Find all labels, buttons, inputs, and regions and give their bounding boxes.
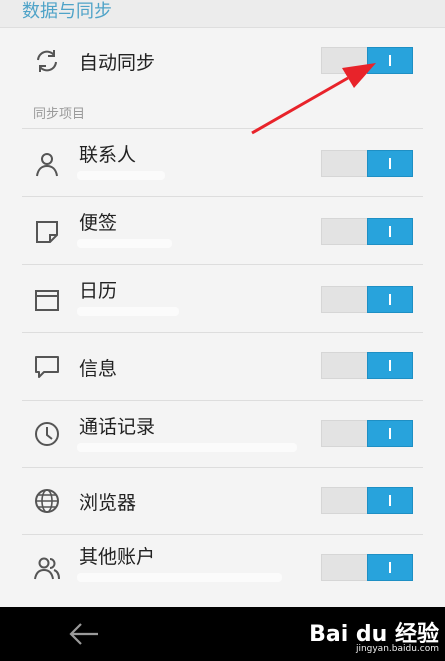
toggle-knob [367,218,413,245]
calendar-icon [33,286,61,314]
message-icon [33,353,61,381]
clock-icon [33,420,61,448]
note-icon [33,218,61,246]
sync-item-toggle[interactable] [321,150,413,177]
auto-sync-row[interactable]: 自动同步 [0,28,445,94]
back-arrow-icon[interactable] [68,621,100,647]
page-title: 数据与同步 [22,1,112,22]
system-nav-bar: Bai du 经验 jingyan.baidu.com [0,607,445,661]
people-icon [33,554,61,582]
sync-item-notes[interactable]: 便签 [0,198,445,264]
sync-item-call-log[interactable]: 通话记录 [0,402,445,468]
sync-item-subtext [77,573,282,582]
sync-item-toggle[interactable] [321,420,413,447]
globe-icon [33,487,61,515]
sync-item-browser[interactable]: 浏览器 [0,469,445,534]
sync-item-subtext [77,443,297,452]
sync-item-contacts[interactable]: 联系人 [0,130,445,196]
sync-item-toggle[interactable] [321,218,413,245]
divider [22,264,423,265]
sync-item-subtext [77,239,172,248]
toggle-knob [367,150,413,177]
toggle-knob [367,554,413,581]
sync-item-messages[interactable]: 信息 [0,334,445,400]
sync-item-label: 联系人 [79,144,137,166]
divider [22,128,423,129]
sync-icon [33,47,61,75]
sync-item-other-accounts[interactable]: 其他账户 [0,536,445,606]
sync-item-label: 其他账户 [79,546,156,568]
watermark-url: jingyan.baidu.com [355,644,439,654]
auto-sync-toggle[interactable] [321,47,413,74]
sync-item-label: 浏览器 [79,492,137,514]
toggle-knob [367,352,413,379]
sync-item-toggle[interactable] [321,487,413,514]
divider [22,534,423,535]
sync-item-toggle[interactable] [321,286,413,313]
sync-item-toggle[interactable] [321,352,413,379]
divider [22,332,423,333]
toggle-knob [367,286,413,313]
toggle-knob [367,487,413,514]
section-label: 同步项目 [33,107,86,122]
sync-item-label: 日历 [79,280,118,302]
sync-item-toggle[interactable] [321,554,413,581]
auto-sync-label: 自动同步 [79,52,156,74]
person-icon [33,150,61,178]
sync-item-label: 便签 [79,212,118,234]
sync-item-label: 信息 [79,358,118,380]
toggle-knob [367,47,413,74]
sync-item-label: 通话记录 [79,416,156,438]
divider [22,400,423,401]
sync-item-subtext [77,171,165,180]
divider [22,196,423,197]
sync-item-calendar[interactable]: 日历 [0,266,445,332]
toggle-knob [367,420,413,447]
sync-item-subtext [77,307,179,316]
divider [22,467,423,468]
settings-header: 数据与同步 [0,0,445,28]
baidu-watermark: Bai du 经验 jingyan.baidu.com [309,612,439,658]
